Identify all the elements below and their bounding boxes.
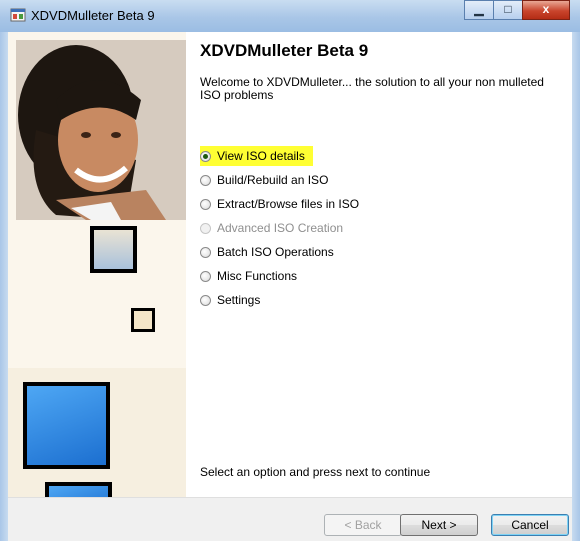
option-label: Settings bbox=[217, 293, 261, 307]
wizard-window: XDVDMulleter Beta 9 ▁ □ x XDVDMulleter B… bbox=[0, 0, 580, 541]
option-advanced-iso-creation: Advanced ISO Creation bbox=[200, 218, 343, 238]
option-label: Advanced ISO Creation bbox=[217, 221, 344, 235]
close-button[interactable]: x bbox=[522, 0, 570, 20]
option-view-iso-details[interactable]: View ISO details bbox=[200, 146, 313, 166]
radio-icon[interactable] bbox=[200, 246, 211, 258]
maximize-icon: □ bbox=[504, 2, 512, 16]
decor-square-1 bbox=[90, 226, 137, 273]
minimize-button[interactable]: ▁ bbox=[464, 0, 494, 20]
radio-icon[interactable] bbox=[200, 174, 211, 186]
option-batch-iso-operations[interactable]: Batch ISO Operations bbox=[200, 242, 334, 262]
page-title: XDVDMulleter Beta 9 bbox=[200, 41, 369, 60]
radio-icon[interactable] bbox=[200, 294, 211, 306]
back-button[interactable]: < Back bbox=[324, 514, 402, 536]
option-label: Build/Rebuild an ISO bbox=[217, 173, 329, 187]
radio-icon[interactable] bbox=[200, 198, 211, 210]
radio-icon bbox=[200, 222, 211, 234]
cancel-button[interactable]: Cancel bbox=[491, 514, 569, 536]
option-label: View ISO details bbox=[217, 149, 305, 163]
welcome-text: Welcome to XDVDMulleter... the solution … bbox=[200, 75, 544, 102]
close-icon: x bbox=[542, 2, 550, 16]
option-build-rebuild-iso[interactable]: Build/Rebuild an ISO bbox=[200, 170, 328, 190]
button-bar: < Back Next > Cancel bbox=[8, 497, 572, 541]
app-icon bbox=[10, 8, 26, 22]
wizard-client: XDVDMulleter Beta 9 Welcome to XDVDMulle… bbox=[8, 32, 572, 541]
option-extract-browse-files[interactable]: Extract/Browse files in ISO bbox=[200, 194, 359, 214]
window-controls: ▁ □ x bbox=[464, 0, 570, 20]
decor-square-2 bbox=[131, 308, 155, 332]
radio-icon[interactable] bbox=[200, 150, 211, 162]
decor-square-3 bbox=[23, 382, 110, 469]
title-bar[interactable]: XDVDMulleter Beta 9 ▁ □ x bbox=[0, 0, 580, 32]
wizard-sidebar bbox=[8, 32, 186, 512]
wizard-content: XDVDMulleter Beta 9 Welcome to XDVDMulle… bbox=[186, 32, 572, 497]
instruction-text: Select an option and press next to conti… bbox=[200, 465, 431, 479]
window-frame-right bbox=[572, 32, 580, 541]
radio-selected-dot bbox=[203, 153, 208, 159]
option-misc-functions[interactable]: Misc Functions bbox=[200, 266, 297, 286]
minimize-icon: ▁ bbox=[474, 2, 484, 16]
option-label: Misc Functions bbox=[217, 269, 298, 283]
maximize-button[interactable]: □ bbox=[493, 0, 523, 20]
option-label: Batch ISO Operations bbox=[217, 245, 334, 259]
window-frame-left bbox=[0, 32, 8, 541]
next-button[interactable]: Next > bbox=[400, 514, 478, 536]
mullet-photo bbox=[16, 40, 186, 220]
radio-icon[interactable] bbox=[200, 270, 211, 282]
option-settings[interactable]: Settings bbox=[200, 290, 260, 310]
option-label: Extract/Browse files in ISO bbox=[217, 197, 360, 211]
window-title: XDVDMulleter Beta 9 bbox=[31, 8, 155, 23]
